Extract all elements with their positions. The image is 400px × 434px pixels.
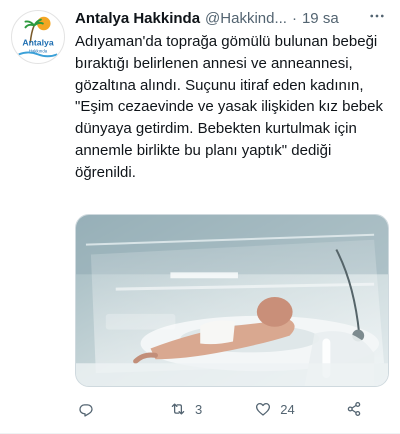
avatar[interactable]: Antalya Hakkında (11, 10, 65, 64)
retweet-button[interactable]: 3 (169, 400, 202, 418)
more-horizontal-icon[interactable] (364, 7, 390, 30)
author-handle[interactable]: @Hakkind... (205, 10, 287, 27)
reply-button[interactable] (77, 400, 103, 418)
like-button[interactable]: 24 (254, 400, 295, 418)
heart-icon (256, 402, 271, 416)
tweet-timestamp[interactable]: 19 sa (302, 10, 339, 27)
logo-brand-text: Antalya (22, 38, 53, 48)
separator-dot: · (291, 9, 297, 27)
reply-icon (79, 404, 93, 417)
tweet[interactable]: Antalya Hakkında Antalya Hakkinda @Hakki… (0, 0, 400, 434)
retweet-icon (171, 403, 185, 415)
share-button[interactable] (345, 400, 371, 418)
tweet-photo[interactable] (75, 214, 389, 387)
like-count: 24 (280, 401, 295, 417)
tweet-text: Adıyaman'da toprağa gömülü bulunan bebeğ… (75, 33, 383, 181)
tweet-header: Antalya Hakkinda @Hakkind... · 19 sa (75, 7, 390, 29)
retweet-count: 3 (195, 401, 203, 417)
tweet-actions: 3 24 (75, 397, 385, 421)
incubator-baby-photo (76, 215, 388, 386)
author-name[interactable]: Antalya Hakkinda (75, 10, 200, 27)
antalya-hakkinda-logo: Antalya Hakkında (12, 11, 64, 63)
share-icon (347, 401, 360, 417)
